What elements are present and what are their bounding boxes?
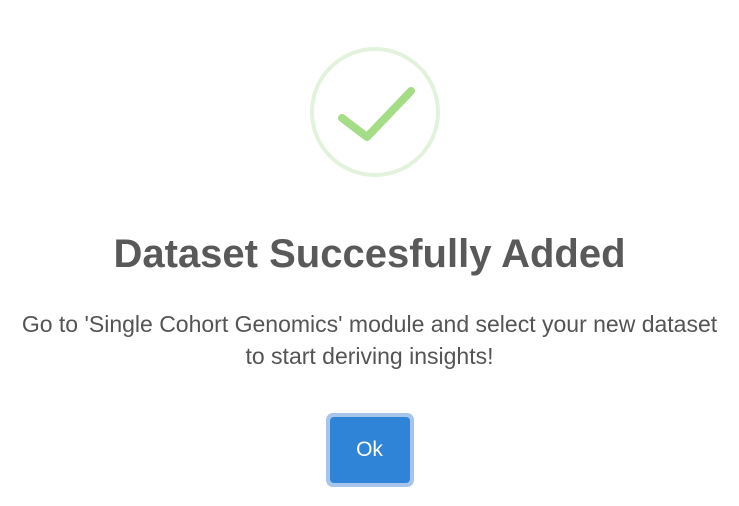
ok-button-focus-ring: Ok: [325, 413, 414, 487]
success-dialog: Dataset Succesfully Added Go to 'Single …: [0, 0, 739, 506]
dialog-actions: Ok: [0, 413, 739, 488]
dialog-title: Dataset Succesfully Added: [113, 232, 626, 276]
dialog-message: Go to 'Single Cohort Genomics' module an…: [21, 311, 718, 369]
ok-button[interactable]: Ok: [329, 417, 410, 483]
success-check-icon: [309, 46, 441, 178]
